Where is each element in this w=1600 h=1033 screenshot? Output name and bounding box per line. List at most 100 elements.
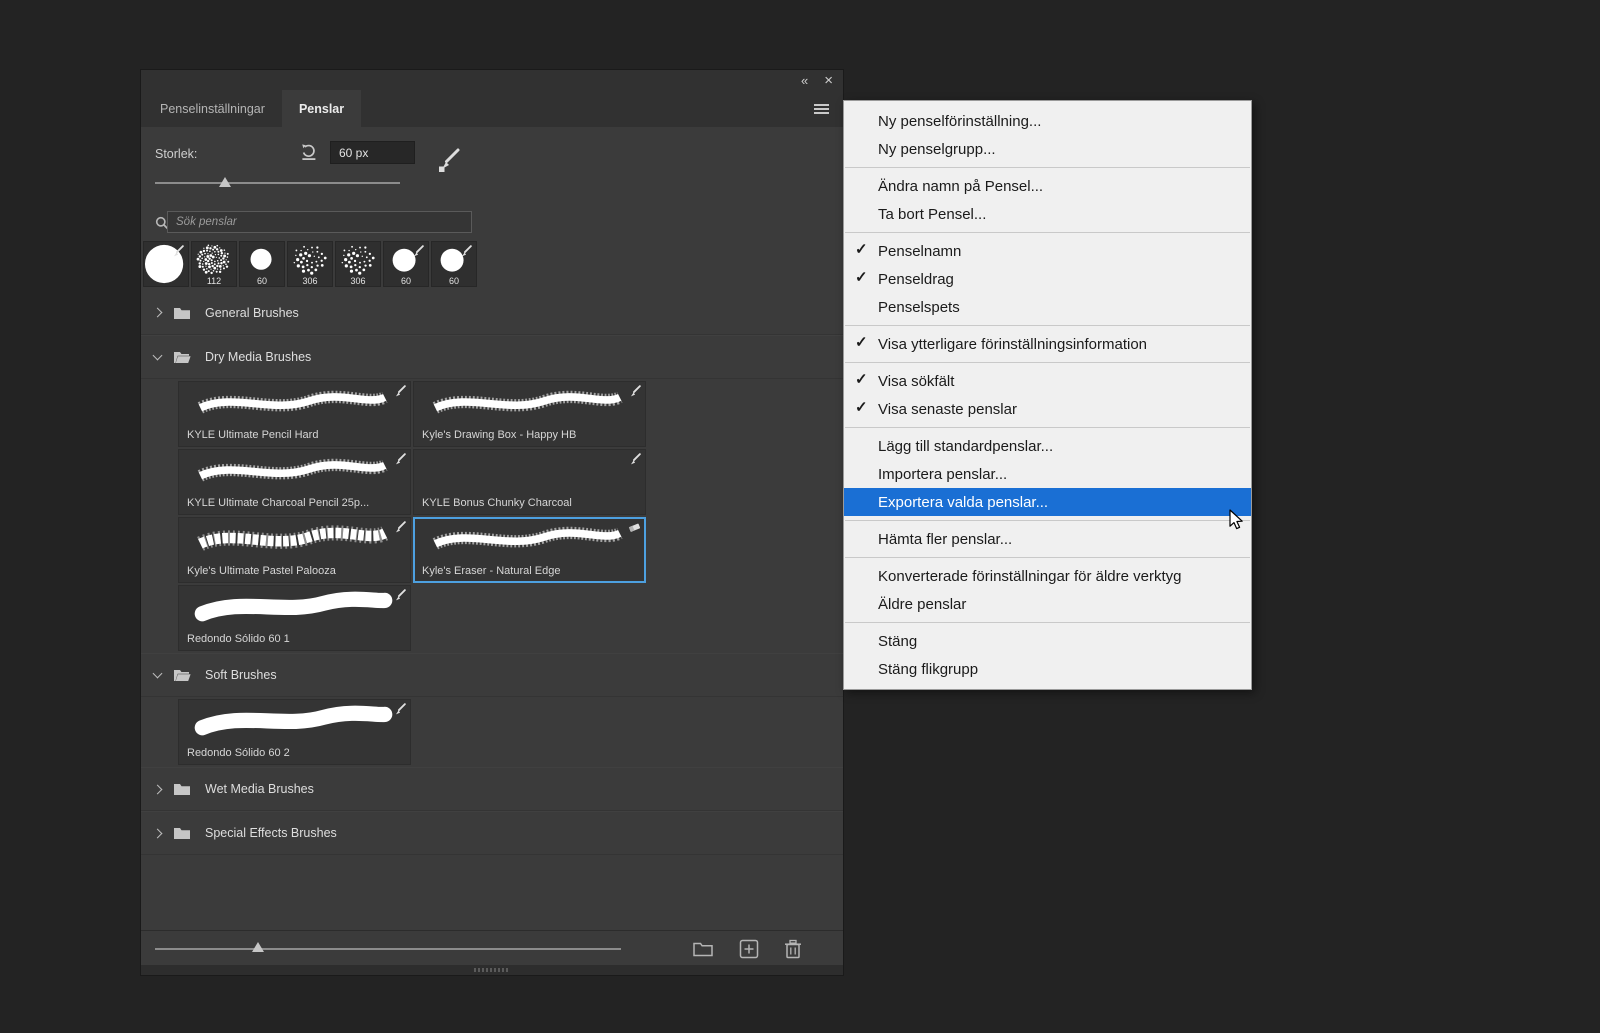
menu-item-aldre-penslar[interactable]: Äldre penslar bbox=[844, 590, 1251, 618]
menu-item-label: Lägg till standardpenslar... bbox=[878, 437, 1054, 455]
slider-track[interactable] bbox=[155, 182, 400, 184]
brush-tip-icon bbox=[395, 385, 406, 397]
thumbnail-size-thumb[interactable] bbox=[252, 942, 264, 952]
thumbnail-size-track[interactable] bbox=[155, 948, 621, 950]
brush-name: Kyle's Drawing Box - Happy HB bbox=[422, 429, 577, 441]
menu-item-stang-flikgrupp[interactable]: Stäng flikgrupp bbox=[844, 655, 1251, 683]
group-label: General Brushes bbox=[205, 305, 299, 320]
menu-item-penselspets[interactable]: Penselspets bbox=[844, 293, 1251, 321]
menu-item-penseldrag[interactable]: ✓ Penseldrag bbox=[844, 265, 1251, 293]
recent-brush-size-label: 112 bbox=[206, 276, 222, 286]
brush-tile-redondo-s-lido-60-2[interactable]: Redondo Sólido 60 2 bbox=[178, 699, 411, 765]
menu-item-stang[interactable]: Stäng bbox=[844, 627, 1251, 655]
panel-bottom-edge bbox=[141, 965, 843, 975]
menu-item-visa-senaste-penslar[interactable]: ✓ Visa senaste penslar bbox=[844, 395, 1251, 423]
group-header-dry-media-brushes[interactable]: Dry Media Brushes bbox=[141, 335, 843, 379]
tab-penselinstallningar[interactable]: Penselinställningar bbox=[143, 90, 282, 127]
brush-tile-redondo-s-lido-60-1[interactable]: Redondo Sólido 60 1 bbox=[178, 585, 411, 651]
brush-tile-kyle-s-ultimate-pastel-palooza[interactable]: Kyle's Ultimate Pastel Palooza bbox=[178, 517, 411, 583]
brush-tile-kyle-s-drawing-box-happy-hb[interactable]: Kyle's Drawing Box - Happy HB bbox=[413, 381, 646, 447]
menu-item-ny-penselgrupp[interactable]: Ny penselgrupp... bbox=[844, 135, 1251, 163]
menu-item-lagg-till-standardpenslar[interactable]: Lägg till standardpenslar... bbox=[844, 432, 1251, 460]
brush-groups: General Brushes Dry Media Brushes KYLE Ul… bbox=[141, 291, 843, 855]
reset-size-icon[interactable] bbox=[299, 142, 319, 162]
menu-item-label: Ny penselgrupp... bbox=[878, 140, 996, 158]
menu-item-andra-namn-pa-pensel[interactable]: Ändra namn på Pensel... bbox=[844, 172, 1251, 200]
menu-separator bbox=[845, 325, 1250, 326]
menu-item-label: Penselspets bbox=[878, 298, 960, 316]
recent-brush-7[interactable]: 60 bbox=[431, 241, 477, 287]
new-brush-icon[interactable] bbox=[739, 939, 759, 959]
collapse-panel-icon[interactable]: « bbox=[801, 74, 808, 87]
open-folder-icon bbox=[173, 350, 201, 364]
menu-item-importera-penslar[interactable]: Importera penslar... bbox=[844, 460, 1251, 488]
menu-item-hamta-fler-penslar[interactable]: Hämta fler penslar... bbox=[844, 525, 1251, 553]
menu-item-ny-penselforinstallning[interactable]: Ny penselförinställning... bbox=[844, 107, 1251, 135]
recent-brushes-row: 112 60 306 306 60 60 bbox=[143, 241, 477, 287]
brush-tip-icon bbox=[395, 589, 406, 601]
group-header-special-effects-brushes[interactable]: Special Effects Brushes bbox=[141, 811, 843, 855]
brushes-panel: « × PenselinställningarPenslar Storlek: bbox=[141, 70, 843, 975]
hamburger-icon bbox=[814, 107, 829, 110]
recent-brush-2[interactable]: 112 bbox=[191, 241, 237, 287]
brush-stroke-preview-icon[interactable] bbox=[435, 147, 462, 174]
menu-item-konverterade-forinstallningar-for-aldre-verktyg[interactable]: Konverterade förinställningar för äldre … bbox=[844, 562, 1251, 590]
slider-thumb[interactable] bbox=[219, 177, 231, 187]
menu-item-label: Ta bort Pensel... bbox=[878, 205, 987, 223]
recent-brush-size-label: 60 bbox=[448, 276, 459, 286]
group-header-general-brushes[interactable]: General Brushes bbox=[141, 291, 843, 335]
brush-name: KYLE Ultimate Charcoal Pencil 25p... bbox=[187, 497, 370, 509]
menu-item-ta-bort-pensel[interactable]: Ta bort Pensel... bbox=[844, 200, 1251, 228]
menu-separator bbox=[845, 427, 1250, 428]
resize-grip[interactable] bbox=[474, 968, 510, 972]
menu-item-penselnamn[interactable]: ✓ Penselnamn bbox=[844, 237, 1251, 265]
brush-name: Redondo Sólido 60 1 bbox=[187, 633, 290, 645]
panel-body: Storlek: 112 60 306 306 60 60 General Brush… bbox=[141, 127, 843, 930]
brush-grid: Redondo Sólido 60 2 bbox=[141, 697, 843, 767]
panel-header: « × bbox=[141, 70, 843, 90]
menu-item-label: Konverterade förinställningar för äldre … bbox=[878, 567, 1182, 585]
menu-item-visa-ytterligare-forinstallningsinformation[interactable]: ✓ Visa ytterligare förinställningsinforma… bbox=[844, 330, 1251, 358]
new-group-folder-icon[interactable] bbox=[693, 939, 713, 959]
checkmark-icon: ✓ bbox=[855, 241, 868, 258]
stroke-preview bbox=[432, 526, 623, 550]
group-label: Wet Media Brushes bbox=[205, 782, 314, 796]
tab-penslar[interactable]: Penslar bbox=[281, 90, 362, 127]
brush-name: KYLE Bonus Chunky Charcoal bbox=[422, 497, 572, 509]
brush-tip-icon bbox=[395, 521, 406, 533]
stroke-preview bbox=[432, 390, 623, 414]
brush-tile-kyle-ultimate-charcoal-pencil-25p[interactable]: KYLE Ultimate Charcoal Pencil 25p... bbox=[178, 449, 411, 515]
close-panel-icon[interactable]: × bbox=[824, 73, 833, 88]
recent-brush-1[interactable] bbox=[143, 241, 189, 287]
brush-size-input[interactable] bbox=[330, 141, 415, 164]
stroke-preview bbox=[197, 525, 389, 551]
group-label: Special Effects Brushes bbox=[205, 826, 337, 840]
menu-item-label: Hämta fler penslar... bbox=[878, 530, 1013, 548]
menu-item-exportera-valda-penslar[interactable]: Exportera valda penslar... bbox=[844, 488, 1251, 516]
recent-brush-5[interactable]: 306 bbox=[335, 241, 381, 287]
recent-brush-3[interactable]: 60 bbox=[239, 241, 285, 287]
recent-brush-6[interactable]: 60 bbox=[383, 241, 429, 287]
size-label: Storlek: bbox=[155, 147, 198, 161]
menu-item-label: Exportera valda penslar... bbox=[878, 493, 1049, 511]
search-brushes-input[interactable] bbox=[167, 211, 472, 233]
checkmark-icon: ✓ bbox=[855, 334, 868, 351]
chevron-down-icon bbox=[141, 668, 173, 679]
menu-item-label: Ny penselförinställning... bbox=[878, 112, 1042, 130]
chevron-down-icon bbox=[141, 350, 173, 361]
folder-icon bbox=[173, 826, 201, 840]
brush-size-slider[interactable] bbox=[155, 175, 400, 191]
brush-tile-kyle-s-eraser-natural-edge[interactable]: Kyle's Eraser - Natural Edge bbox=[413, 517, 646, 583]
checkmark-icon: ✓ bbox=[855, 269, 868, 286]
group-header-soft-brushes[interactable]: Soft Brushes bbox=[141, 653, 843, 697]
panel-menu-button[interactable] bbox=[800, 90, 843, 127]
brush-tile-kyle-bonus-chunky-charcoal[interactable]: KYLE Bonus Chunky Charcoal bbox=[413, 449, 646, 515]
recent-brush-4[interactable]: 306 bbox=[287, 241, 333, 287]
menu-item-label: Visa ytterligare förinställningsinformat… bbox=[878, 335, 1148, 353]
delete-trash-icon[interactable] bbox=[783, 939, 803, 959]
group-header-wet-media-brushes[interactable]: Wet Media Brushes bbox=[141, 767, 843, 811]
brush-tile-kyle-ultimate-pencil-hard[interactable]: KYLE Ultimate Pencil Hard bbox=[178, 381, 411, 447]
menu-item-label: Äldre penslar bbox=[878, 595, 967, 613]
stroke-preview bbox=[194, 591, 393, 622]
menu-item-visa-sokfalt[interactable]: ✓ Visa sökfält bbox=[844, 367, 1251, 395]
